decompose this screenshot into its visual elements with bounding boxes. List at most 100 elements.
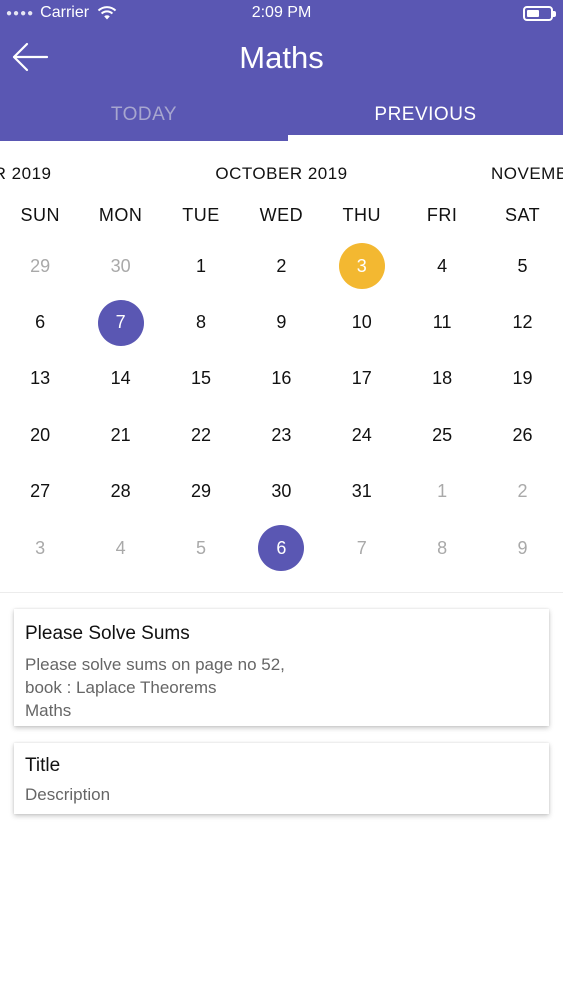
calendar-day-number: 2 [517, 481, 528, 502]
calendar-day-number: 22 [190, 424, 211, 445]
calendar-day-number: 8 [437, 537, 448, 558]
calendar-day[interactable]: 2 [482, 464, 562, 520]
calendar-day-number: 4 [115, 537, 126, 558]
weekday-label: SUN [20, 205, 60, 225]
calendar-day-number: 23 [271, 424, 292, 445]
weekday-label: WED [259, 205, 304, 225]
calendar-day-number: 31 [351, 481, 372, 502]
calendar-day-number: 9 [276, 312, 287, 333]
tab-today[interactable]: TODAY [0, 96, 288, 141]
homework-card[interactable]: Title Description [14, 743, 549, 814]
calendar-day[interactable]: 7 [322, 520, 402, 576]
calendar-day[interactable]: 24 [322, 407, 402, 463]
calendar-day[interactable]: 17 [322, 351, 402, 407]
calendar-day[interactable]: 2 [241, 238, 321, 294]
calendar-day[interactable]: 18 [402, 351, 482, 407]
calendar-day-number: 21 [110, 424, 131, 445]
calendar-day[interactable]: 15 [161, 351, 241, 407]
month-header[interactable]: BER 2019 OCTOBER 2019 NOVEMBE [0, 160, 563, 186]
calendar-day-number: 7 [356, 537, 367, 558]
card-description: Description [25, 783, 538, 806]
calendar-day[interactable]: 30 [241, 464, 321, 520]
calendar-day[interactable]: 13 [0, 351, 80, 407]
calendar-day[interactable]: 9 [482, 520, 562, 576]
calendar-day-number: 15 [190, 368, 211, 389]
calendar-day-number: 12 [512, 312, 533, 333]
calendar-day-number: 3 [338, 243, 385, 290]
calendar-day-number: 3 [35, 537, 46, 558]
calendar-day[interactable]: 28 [80, 464, 160, 520]
calendar-day-selected[interactable]: 3 [322, 238, 402, 294]
calendar-day[interactable]: 25 [402, 407, 482, 463]
calendar-day[interactable]: 20 [0, 407, 80, 463]
calendar-day[interactable]: 8 [161, 294, 241, 350]
calendar-day[interactable]: 4 [402, 238, 482, 294]
card-title: Title [25, 755, 61, 776]
calendar-day[interactable]: 9 [241, 294, 321, 350]
calendar-day-number: 18 [432, 368, 453, 389]
calendar-day[interactable]: 19 [482, 351, 562, 407]
calendar-day-number: 29 [30, 255, 51, 276]
calendar-day[interactable]: 22 [161, 407, 241, 463]
calendar-day-number: 19 [512, 368, 533, 389]
homework-card[interactable]: Please Solve Sums Please solve sums on p… [14, 609, 549, 726]
calendar-divider [0, 592, 563, 593]
calendar-day[interactable]: 1 [402, 464, 482, 520]
calendar-day-number: 11 [432, 312, 452, 333]
card-description-line: book : Laplace Theorems [25, 678, 217, 697]
calendar-day-number: 27 [30, 481, 51, 502]
calendar-day-number: 13 [30, 368, 51, 389]
calendar-day[interactable]: 31 [322, 464, 402, 520]
calendar-day[interactable]: 4 [80, 520, 160, 576]
battery-icon [523, 6, 556, 21]
tab-active-indicator [288, 135, 563, 141]
calendar-day-number: 26 [512, 424, 533, 445]
calendar-day[interactable]: 30 [80, 238, 160, 294]
weekday-label: THU [342, 205, 381, 225]
card-description: Please solve sums on page no 52, book : … [25, 653, 538, 722]
next-month-label[interactable]: NOVEMBE [491, 164, 563, 184]
calendar-day-number: 5 [195, 537, 206, 558]
status-time: 2:09 PM [251, 4, 312, 21]
calendar-day[interactable]: 5 [161, 520, 241, 576]
calendar-day[interactable]: 29 [0, 238, 80, 294]
calendar-day[interactable]: 26 [482, 407, 562, 463]
calendar-day-number: 6 [258, 525, 305, 572]
calendar-day[interactable]: 29 [161, 464, 241, 520]
weekday-header: SUN MON TUE WED THU FRI SAT [0, 205, 563, 226]
calendar-day[interactable]: 11 [402, 294, 482, 350]
calendar-day[interactable]: 16 [241, 351, 321, 407]
calendar-day-number: 9 [517, 537, 528, 558]
calendar-day-number: 8 [195, 312, 206, 333]
calendar-day[interactable]: 14 [80, 351, 160, 407]
calendar-day[interactable]: 1 [161, 238, 241, 294]
calendar-day-number: 30 [271, 481, 292, 502]
calendar-day-number: 4 [437, 255, 448, 276]
calendar-day[interactable]: 5 [482, 238, 562, 294]
calendar-day[interactable]: 27 [0, 464, 80, 520]
calendar-day-number: 25 [432, 424, 453, 445]
calendar-day-number: 17 [351, 368, 372, 389]
calendar-day[interactable]: 12 [482, 294, 562, 350]
calendar-day-number: 29 [190, 481, 211, 502]
calendar-day[interactable]: 8 [402, 520, 482, 576]
card-description-line: Maths [25, 701, 72, 720]
app-header: ●●●● Carrier 2:09 PM Maths TODAY PREVIOU… [0, 0, 563, 141]
calendar-day-number: 16 [271, 368, 292, 389]
calendar-day-selected[interactable]: 6 [241, 520, 321, 576]
calendar-day[interactable]: 10 [322, 294, 402, 350]
calendar-day[interactable]: 23 [241, 407, 321, 463]
calendar-day-number: 10 [351, 312, 372, 333]
calendar-day-number: 2 [276, 255, 287, 276]
calendar-day-number: 1 [437, 481, 448, 502]
calendar-day-number: 14 [110, 368, 131, 389]
calendar-day-selected[interactable]: 7 [80, 294, 160, 350]
weekday-label: SAT [504, 205, 541, 225]
calendar-day-number: 30 [110, 255, 131, 276]
calendar-day[interactable]: 6 [0, 294, 80, 350]
calendar-day-number: 1 [195, 255, 206, 276]
calendar-day-number: 20 [30, 424, 51, 445]
calendar-day[interactable]: 3 [0, 520, 80, 576]
weekday-label: MON [98, 205, 143, 225]
calendar-day[interactable]: 21 [80, 407, 160, 463]
